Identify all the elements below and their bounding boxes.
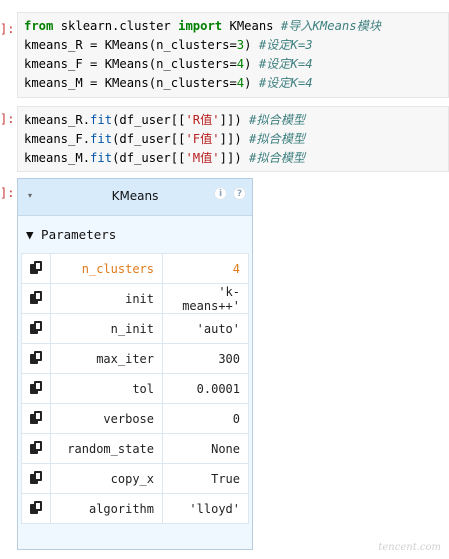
code-function: fit <box>90 132 113 146</box>
copy-icon[interactable] <box>30 350 42 364</box>
copy-cell[interactable] <box>21 313 51 344</box>
copy-icon[interactable] <box>30 440 42 454</box>
keyword-import: import <box>178 19 223 33</box>
code-cell-fit[interactable]: kmeans_R.fit(df_user[['R值']]) #拟合模型 kmea… <box>17 106 449 172</box>
code-line: kmeans_R = KMeans(n_clusters=3) #设定K=3 <box>24 36 448 55</box>
code-text: kmeans_M = KMeans(n_clusters= <box>24 76 237 90</box>
param-name: n_init <box>50 313 163 344</box>
copy-icon[interactable] <box>30 320 42 334</box>
code-line: kmeans_M.fit(df_user[['M值']]) #拟合模型 <box>24 149 448 168</box>
module-name: sklearn.cluster <box>53 19 179 33</box>
code-text: ]]) <box>219 113 249 127</box>
copy-cell[interactable] <box>21 253 51 284</box>
code-text: ) <box>244 76 259 90</box>
import-name: KMeans <box>222 19 281 33</box>
code-comment: #设定K=4 <box>258 76 313 90</box>
info-icon[interactable]: i <box>214 187 227 200</box>
copy-icon[interactable] <box>30 380 42 394</box>
keyword-from: from <box>24 19 54 33</box>
code-line: kmeans_F.fit(df_user[['F值']]) #拟合模型 <box>24 130 448 149</box>
param-value: 'auto' <box>162 313 249 344</box>
copy-cell[interactable] <box>21 343 51 374</box>
param-value: 300 <box>162 343 249 374</box>
code-text: kmeans_R = KMeans(n_clusters= <box>24 38 237 52</box>
code-text: (df_user[[ <box>112 113 186 127</box>
watermark: tencent.com <box>378 542 441 553</box>
param-name: verbose <box>50 403 163 434</box>
code-text: (df_user[[ <box>112 132 186 146</box>
param-row-algorithm: algorithm'lloyd' <box>21 493 249 524</box>
copy-cell[interactable] <box>21 463 51 494</box>
copy-icon[interactable] <box>30 500 42 514</box>
param-row-max-iter: max_iter 300 <box>21 343 249 374</box>
copy-cell[interactable] <box>21 283 51 314</box>
code-line: kmeans_F = KMeans(n_clusters=4) #设定K=4 <box>24 55 448 74</box>
code-comment: #拟合模型 <box>249 132 306 146</box>
param-value: 'k-means++' <box>162 283 249 314</box>
code-text: ]]) <box>219 132 249 146</box>
code-comment: #拟合模型 <box>249 113 306 127</box>
code-cell-import[interactable]: from sklearn.cluster import KMeans #导入KM… <box>17 12 449 98</box>
code-line: kmeans_R.fit(df_user[['R值']]) #拟合模型 <box>24 111 448 130</box>
cell-prompt: ]: <box>0 22 15 36</box>
copy-cell[interactable] <box>21 493 51 524</box>
code-line: kmeans_M = KMeans(n_clusters=4) #设定K=4 <box>24 74 448 93</box>
code-text: kmeans_R. <box>24 113 91 127</box>
kmeans-estimator-widget: ▾ KMeans i ? ▼ Parameters n_clusters 4 ini… <box>17 178 253 550</box>
code-comment: #设定K=3 <box>258 38 313 52</box>
parameters-table: n_clusters 4 init'k-means++' n_init'auto' ma… <box>21 253 249 524</box>
code-function: fit <box>90 151 113 165</box>
code-text: ) <box>244 57 259 71</box>
param-row-random-state: random_state None <box>21 433 249 464</box>
copy-cell[interactable] <box>21 403 51 434</box>
code-comment: #拟合模型 <box>249 151 306 165</box>
param-row-init: init'k-means++' <box>21 283 249 314</box>
param-row-n-clusters: n_clusters 4 <box>21 253 249 284</box>
param-value: 'lloyd' <box>162 493 249 524</box>
copy-icon[interactable] <box>30 260 42 274</box>
code-text: ]]) <box>219 151 249 165</box>
copy-icon[interactable] <box>30 290 42 304</box>
code-comment: #设定K=4 <box>258 57 313 71</box>
code-text: ) <box>244 38 259 52</box>
code-text: kmeans_M. <box>24 151 91 165</box>
code-line: from sklearn.cluster import KMeans #导入KM… <box>24 17 448 36</box>
cell-prompt: ]: <box>0 112 15 126</box>
code-text: (df_user[[ <box>112 151 186 165</box>
code-text: kmeans_F. <box>24 132 91 146</box>
code-comment: #导入KMeans模块 <box>280 19 381 33</box>
copy-icon[interactable] <box>30 470 42 484</box>
param-name: random_state <box>50 433 163 464</box>
param-value: 0.0001 <box>162 373 249 404</box>
param-name: n_clusters <box>50 253 163 284</box>
param-value: 0 <box>162 403 249 434</box>
code-string: 'F值' <box>185 132 220 146</box>
param-name: copy_x <box>50 463 163 494</box>
help-icon[interactable]: ? <box>233 187 246 200</box>
code-function: fit <box>90 113 113 127</box>
code-text: kmeans_F = KMeans(n_clusters= <box>24 57 237 71</box>
param-name: max_iter <box>50 343 163 374</box>
param-row-verbose: verbose 0 <box>21 403 249 434</box>
param-name: tol <box>50 373 163 404</box>
copy-cell[interactable] <box>21 373 51 404</box>
param-row-n-init: n_init'auto' <box>21 313 249 344</box>
param-name: algorithm <box>50 493 163 524</box>
param-row-copy-x: copy_x True <box>21 463 249 494</box>
estimator-header[interactable]: ▾ KMeans i ? <box>18 179 252 216</box>
parameters-toggle[interactable]: ▼ Parameters <box>26 227 116 242</box>
param-value: None <box>162 433 249 464</box>
param-row-tol: tol 0.0001 <box>21 373 249 404</box>
copy-cell[interactable] <box>21 433 51 464</box>
output-prompt: ]: <box>0 186 15 200</box>
param-value: 4 <box>162 253 249 284</box>
copy-icon[interactable] <box>30 410 42 424</box>
code-string: 'R值' <box>185 113 220 127</box>
param-name: init <box>50 283 163 314</box>
code-string: 'M值' <box>185 151 220 165</box>
param-value: True <box>162 463 249 494</box>
